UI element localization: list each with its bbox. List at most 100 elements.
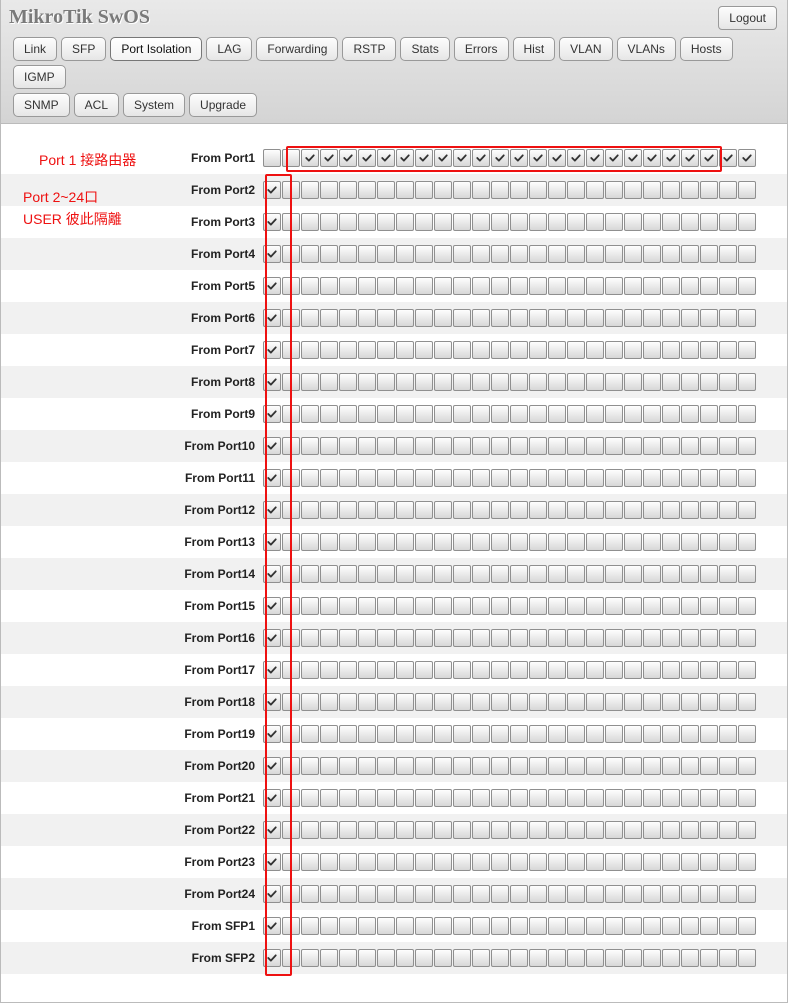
isolation-checkbox[interactable] xyxy=(282,245,300,263)
isolation-checkbox[interactable] xyxy=(681,469,699,487)
isolation-checkbox[interactable] xyxy=(434,181,452,199)
isolation-checkbox[interactable] xyxy=(700,597,718,615)
isolation-checkbox[interactable] xyxy=(548,629,566,647)
isolation-checkbox[interactable] xyxy=(567,597,585,615)
isolation-checkbox[interactable] xyxy=(358,693,376,711)
isolation-checkbox[interactable] xyxy=(491,533,509,551)
isolation-checkbox[interactable] xyxy=(586,501,604,519)
isolation-checkbox[interactable] xyxy=(719,917,737,935)
isolation-checkbox[interactable] xyxy=(586,917,604,935)
isolation-checkbox[interactable] xyxy=(586,565,604,583)
isolation-checkbox[interactable] xyxy=(700,693,718,711)
isolation-checkbox[interactable] xyxy=(339,309,357,327)
tab-rstp[interactable]: RSTP xyxy=(342,37,396,61)
isolation-checkbox[interactable] xyxy=(624,949,642,967)
isolation-checkbox[interactable] xyxy=(548,149,566,167)
isolation-checkbox[interactable] xyxy=(548,405,566,423)
isolation-checkbox[interactable] xyxy=(263,309,281,327)
isolation-checkbox[interactable] xyxy=(529,725,547,743)
isolation-checkbox[interactable] xyxy=(662,533,680,551)
isolation-checkbox[interactable] xyxy=(510,181,528,199)
isolation-checkbox[interactable] xyxy=(529,885,547,903)
tab-link[interactable]: Link xyxy=(13,37,57,61)
isolation-checkbox[interactable] xyxy=(700,565,718,583)
isolation-checkbox[interactable] xyxy=(358,469,376,487)
isolation-checkbox[interactable] xyxy=(491,629,509,647)
isolation-checkbox[interactable] xyxy=(453,661,471,679)
isolation-checkbox[interactable] xyxy=(548,277,566,295)
isolation-checkbox[interactable] xyxy=(548,501,566,519)
isolation-checkbox[interactable] xyxy=(491,757,509,775)
isolation-checkbox[interactable] xyxy=(700,533,718,551)
isolation-checkbox[interactable] xyxy=(301,949,319,967)
isolation-checkbox[interactable] xyxy=(320,277,338,295)
isolation-checkbox[interactable] xyxy=(301,629,319,647)
isolation-checkbox[interactable] xyxy=(434,213,452,231)
isolation-checkbox[interactable] xyxy=(377,693,395,711)
isolation-checkbox[interactable] xyxy=(282,437,300,455)
isolation-checkbox[interactable] xyxy=(567,469,585,487)
isolation-checkbox[interactable] xyxy=(472,501,490,519)
isolation-checkbox[interactable] xyxy=(415,917,433,935)
isolation-checkbox[interactable] xyxy=(700,437,718,455)
isolation-checkbox[interactable] xyxy=(377,885,395,903)
isolation-checkbox[interactable] xyxy=(339,789,357,807)
isolation-checkbox[interactable] xyxy=(263,469,281,487)
isolation-checkbox[interactable] xyxy=(567,949,585,967)
tab-system[interactable]: System xyxy=(123,93,185,117)
isolation-checkbox[interactable] xyxy=(339,757,357,775)
isolation-checkbox[interactable] xyxy=(358,565,376,583)
isolation-checkbox[interactable] xyxy=(358,725,376,743)
isolation-checkbox[interactable] xyxy=(605,181,623,199)
tab-snmp[interactable]: SNMP xyxy=(13,93,70,117)
tab-forwarding[interactable]: Forwarding xyxy=(256,37,338,61)
isolation-checkbox[interactable] xyxy=(263,341,281,359)
isolation-checkbox[interactable] xyxy=(491,373,509,391)
isolation-checkbox[interactable] xyxy=(320,821,338,839)
isolation-checkbox[interactable] xyxy=(358,213,376,231)
isolation-checkbox[interactable] xyxy=(282,405,300,423)
isolation-checkbox[interactable] xyxy=(491,693,509,711)
isolation-checkbox[interactable] xyxy=(681,853,699,871)
isolation-checkbox[interactable] xyxy=(681,245,699,263)
isolation-checkbox[interactable] xyxy=(605,437,623,455)
logout-button[interactable]: Logout xyxy=(718,6,777,30)
isolation-checkbox[interactable] xyxy=(301,821,319,839)
isolation-checkbox[interactable] xyxy=(263,725,281,743)
isolation-checkbox[interactable] xyxy=(567,629,585,647)
isolation-checkbox[interactable] xyxy=(396,405,414,423)
isolation-checkbox[interactable] xyxy=(624,917,642,935)
isolation-checkbox[interactable] xyxy=(586,757,604,775)
isolation-checkbox[interactable] xyxy=(282,853,300,871)
isolation-checkbox[interactable] xyxy=(358,629,376,647)
isolation-checkbox[interactable] xyxy=(700,245,718,263)
isolation-checkbox[interactable] xyxy=(491,277,509,295)
isolation-checkbox[interactable] xyxy=(434,277,452,295)
isolation-checkbox[interactable] xyxy=(377,277,395,295)
tab-hosts[interactable]: Hosts xyxy=(680,37,733,61)
isolation-checkbox[interactable] xyxy=(377,757,395,775)
isolation-checkbox[interactable] xyxy=(548,533,566,551)
isolation-checkbox[interactable] xyxy=(396,437,414,455)
isolation-checkbox[interactable] xyxy=(529,597,547,615)
isolation-checkbox[interactable] xyxy=(605,661,623,679)
isolation-checkbox[interactable] xyxy=(434,853,452,871)
isolation-checkbox[interactable] xyxy=(491,245,509,263)
isolation-checkbox[interactable] xyxy=(453,533,471,551)
isolation-checkbox[interactable] xyxy=(377,565,395,583)
isolation-checkbox[interactable] xyxy=(643,437,661,455)
isolation-checkbox[interactable] xyxy=(339,405,357,423)
isolation-checkbox[interactable] xyxy=(643,821,661,839)
isolation-checkbox[interactable] xyxy=(719,597,737,615)
isolation-checkbox[interactable] xyxy=(643,149,661,167)
isolation-checkbox[interactable] xyxy=(358,405,376,423)
isolation-checkbox[interactable] xyxy=(491,661,509,679)
isolation-checkbox[interactable] xyxy=(434,405,452,423)
isolation-checkbox[interactable] xyxy=(434,757,452,775)
isolation-checkbox[interactable] xyxy=(320,693,338,711)
isolation-checkbox[interactable] xyxy=(643,789,661,807)
isolation-checkbox[interactable] xyxy=(700,277,718,295)
isolation-checkbox[interactable] xyxy=(567,661,585,679)
isolation-checkbox[interactable] xyxy=(586,373,604,391)
isolation-checkbox[interactable] xyxy=(548,853,566,871)
